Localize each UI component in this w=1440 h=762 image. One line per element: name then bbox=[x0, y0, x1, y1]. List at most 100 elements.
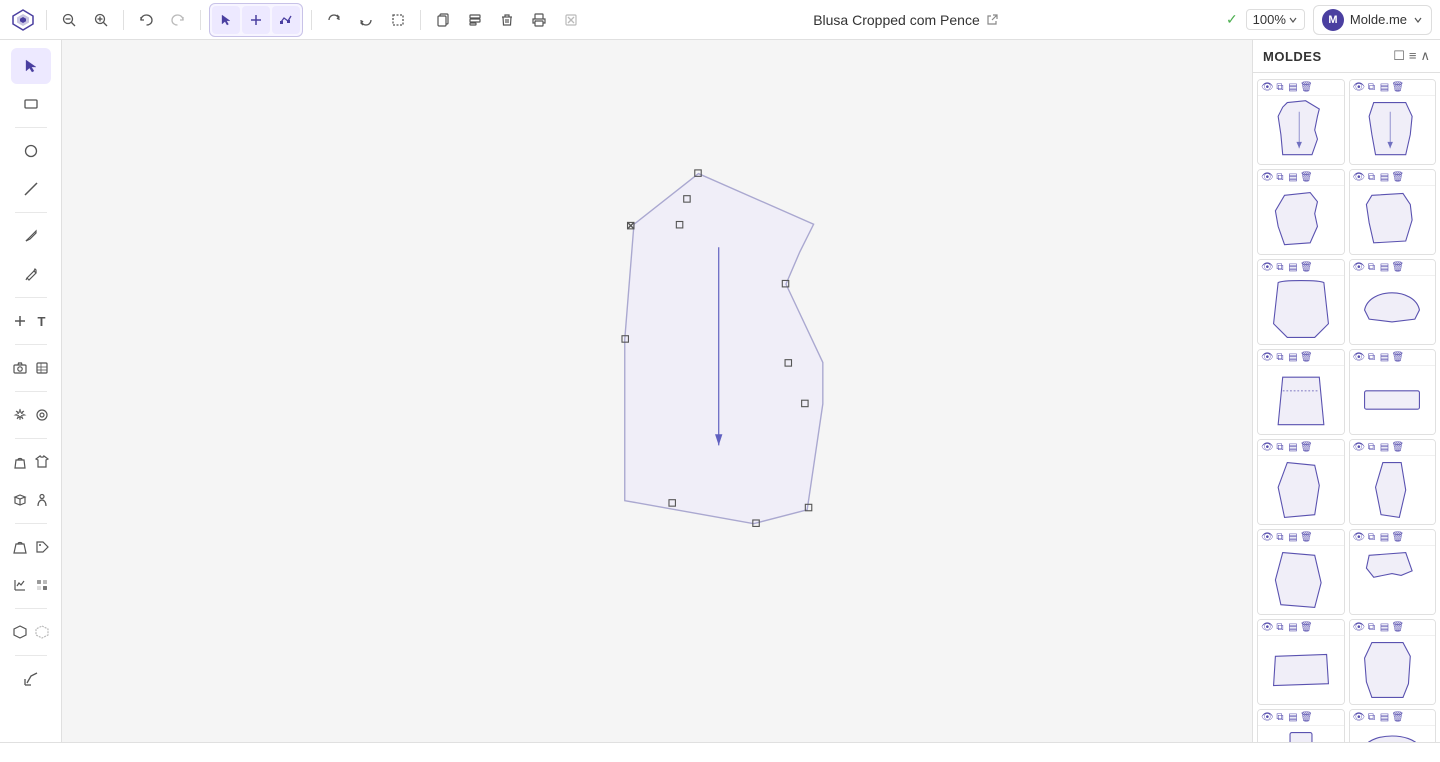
molde-delete-icon[interactable]: 🗑 bbox=[1392, 532, 1404, 543]
molde-eye-icon[interactable]: 👁 bbox=[1353, 82, 1365, 93]
trash-btn[interactable] bbox=[557, 6, 585, 34]
molde-delete-icon[interactable]: 🗑 bbox=[1300, 532, 1312, 543]
molde-layers-icon[interactable]: ▤ bbox=[1287, 532, 1299, 543]
molde-copy-icon[interactable]: ⧉ bbox=[1274, 262, 1286, 273]
molde-copy-icon[interactable]: ⧉ bbox=[1366, 262, 1378, 273]
molde-layers-icon[interactable]: ▤ bbox=[1287, 442, 1299, 453]
grading-tool-btn[interactable] bbox=[11, 661, 51, 697]
select-tool-btn[interactable] bbox=[11, 48, 51, 84]
print-btn[interactable] bbox=[525, 6, 553, 34]
molde-layers-icon[interactable]: ▤ bbox=[1379, 352, 1391, 363]
molde-item[interactable]: 👁 ⧉ ▤ 🗑 bbox=[1349, 169, 1437, 255]
molde-layers-icon[interactable]: ▤ bbox=[1379, 442, 1391, 453]
bag2-tool-btn[interactable] bbox=[10, 529, 30, 565]
redo3-btn[interactable] bbox=[352, 6, 380, 34]
molde-item[interactable]: 👁 ⧉ ▤ 🗑 bbox=[1349, 709, 1437, 742]
molde-item[interactable]: 👁 ⧉ ▤ 🗑 bbox=[1257, 529, 1345, 615]
undo-btn[interactable] bbox=[132, 6, 160, 34]
swatch-tool-btn[interactable] bbox=[32, 567, 52, 603]
layers-btn[interactable] bbox=[461, 6, 489, 34]
pencil-tool-btn[interactable] bbox=[11, 256, 51, 292]
molde-item[interactable]: 👁 ⧉ ▤ 🗑 bbox=[1257, 259, 1345, 345]
text-tool-btn[interactable]: T bbox=[32, 303, 52, 339]
molde-eye-icon[interactable]: 👁 bbox=[1261, 262, 1273, 273]
molde-item[interactable]: 👁 ⧉ ▤ 🗑 bbox=[1257, 79, 1345, 165]
molde-eye-icon[interactable]: 👁 bbox=[1261, 442, 1273, 453]
molde-copy-icon[interactable]: ⧉ bbox=[1366, 442, 1378, 453]
molde-item[interactable]: 👁 ⧉ ▤ 🗑 bbox=[1349, 349, 1437, 435]
molde-copy-icon[interactable]: ⧉ bbox=[1366, 532, 1378, 543]
camera-tool-btn[interactable] bbox=[10, 350, 30, 386]
molde-eye-icon[interactable]: 👁 bbox=[1353, 442, 1365, 453]
molde-delete-icon[interactable]: 🗑 bbox=[1392, 712, 1404, 723]
layers-tool-btn[interactable] bbox=[32, 614, 52, 650]
node-tool-btn[interactable] bbox=[272, 6, 300, 34]
molde-delete-icon[interactable]: 🗑 bbox=[1300, 262, 1312, 273]
graph-tool-btn[interactable] bbox=[10, 567, 30, 603]
redo2-btn[interactable] bbox=[320, 6, 348, 34]
molde-eye-icon[interactable]: 👁 bbox=[1353, 352, 1365, 363]
molde-copy-icon[interactable]: ⧉ bbox=[1366, 82, 1378, 93]
bag-tool-btn[interactable] bbox=[10, 444, 30, 480]
molde-copy-icon[interactable]: ⧉ bbox=[1274, 82, 1286, 93]
molde-delete-icon[interactable]: 🗑 bbox=[1392, 352, 1404, 363]
molde-item[interactable]: 👁 ⧉ ▤ 🗑 bbox=[1349, 259, 1437, 345]
molde-eye-icon[interactable]: 👁 bbox=[1261, 532, 1273, 543]
molde-layers-icon[interactable]: ▤ bbox=[1379, 172, 1391, 183]
panel-new-icon[interactable]: ☐ bbox=[1393, 48, 1405, 64]
zoom-control[interactable]: 100% bbox=[1246, 9, 1305, 30]
texture-tool-btn[interactable] bbox=[32, 350, 52, 386]
molde-item[interactable]: 👁 ⧉ ▤ 🗑 bbox=[1349, 529, 1437, 615]
molde-item[interactable]: 👁 ⧉ ▤ 🗑 bbox=[1349, 79, 1437, 165]
molde-delete-icon[interactable]: 🗑 bbox=[1392, 622, 1404, 633]
circle-tool-btn[interactable] bbox=[11, 133, 51, 169]
molde-copy-icon[interactable]: ⧉ bbox=[1274, 352, 1286, 363]
app-logo[interactable] bbox=[8, 5, 38, 35]
molde-delete-icon[interactable]: 🗑 bbox=[1300, 712, 1312, 723]
redo-btn[interactable] bbox=[164, 6, 192, 34]
magic-tool-btn[interactable] bbox=[10, 397, 30, 433]
molde-delete-icon[interactable]: 🗑 bbox=[1300, 82, 1312, 93]
panel-collapse-icon[interactable]: ∧ bbox=[1420, 48, 1430, 64]
clothes-tool-btn[interactable] bbox=[32, 444, 52, 480]
molde-layers-icon[interactable]: ▤ bbox=[1287, 712, 1299, 723]
molde-delete-icon[interactable]: 🗑 bbox=[1392, 262, 1404, 273]
molde-layers-icon[interactable]: ▤ bbox=[1379, 262, 1391, 273]
pattern-piece[interactable] bbox=[622, 170, 823, 527]
molde-eye-icon[interactable]: 👁 bbox=[1353, 172, 1365, 183]
box-tool-btn[interactable] bbox=[10, 482, 30, 518]
molde-layers-icon[interactable]: ▤ bbox=[1287, 622, 1299, 633]
molde-item[interactable]: 👁 ⧉ ▤ 🗑 bbox=[1349, 439, 1437, 525]
molde-layers-icon[interactable]: ▤ bbox=[1379, 82, 1391, 93]
molde-layers-icon[interactable]: ▤ bbox=[1287, 262, 1299, 273]
molde-delete-icon[interactable]: 🗑 bbox=[1392, 172, 1404, 183]
molde-layers-icon[interactable]: ▤ bbox=[1287, 352, 1299, 363]
molde-item[interactable]: 👁 ⧉ ▤ 🗑 bbox=[1257, 169, 1345, 255]
panel-list-icon[interactable]: ≡ bbox=[1409, 48, 1417, 64]
molde-item[interactable]: 👁 ⧉ ▤ 🗑 bbox=[1257, 709, 1345, 742]
rect-tool-btn[interactable] bbox=[11, 86, 51, 122]
pen-tool-btn[interactable] bbox=[11, 218, 51, 254]
molde-eye-icon[interactable]: 👁 bbox=[1261, 352, 1273, 363]
add-point-btn[interactable] bbox=[242, 6, 270, 34]
cursor-tool-btn[interactable] bbox=[212, 6, 240, 34]
molde-delete-icon[interactable]: 🗑 bbox=[1300, 622, 1312, 633]
cross-tool-btn[interactable] bbox=[10, 303, 30, 339]
molde-copy-icon[interactable]: ⧉ bbox=[1274, 622, 1286, 633]
rect-select-btn[interactable] bbox=[384, 6, 412, 34]
molde-eye-icon[interactable]: 👁 bbox=[1353, 262, 1365, 273]
molde-copy-icon[interactable]: ⧉ bbox=[1366, 622, 1378, 633]
molde-eye-icon[interactable]: 👁 bbox=[1353, 532, 1365, 543]
user-menu-btn[interactable]: M Molde.me bbox=[1313, 5, 1432, 35]
molde-layers-icon[interactable]: ▤ bbox=[1379, 532, 1391, 543]
molde-eye-icon[interactable]: 👁 bbox=[1261, 172, 1273, 183]
copy-btn[interactable] bbox=[429, 6, 457, 34]
molde-delete-icon[interactable]: 🗑 bbox=[1300, 442, 1312, 453]
molde-layers-icon[interactable]: ▤ bbox=[1287, 82, 1299, 93]
patch-tool-btn[interactable] bbox=[10, 614, 30, 650]
molde-eye-icon[interactable]: 👁 bbox=[1261, 82, 1273, 93]
delete-btn[interactable] bbox=[493, 6, 521, 34]
molde-item[interactable]: 👁 ⧉ ▤ 🗑 bbox=[1349, 619, 1437, 705]
tag-tool-btn[interactable] bbox=[32, 529, 52, 565]
molde-copy-icon[interactable]: ⧉ bbox=[1274, 172, 1286, 183]
